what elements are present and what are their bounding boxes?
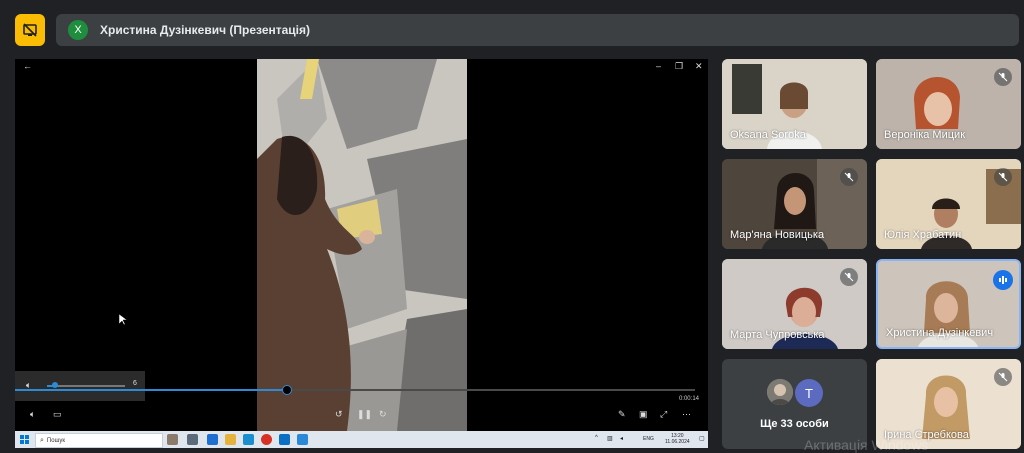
mic-off-icon — [994, 68, 1012, 86]
participant-name: Вероніка Мицик — [884, 129, 966, 141]
mic-off-icon — [994, 168, 1012, 186]
participant-name: Марта Чупровська — [730, 329, 825, 341]
more-participants-tile[interactable]: T Ще 33 особи — [722, 359, 867, 449]
speaking-indicator-icon — [993, 270, 1013, 290]
volume-slider[interactable] — [47, 382, 125, 388]
taskbar-app-icon[interactable] — [207, 434, 218, 445]
volume-value: 6 — [133, 380, 137, 387]
participant-avatar-letter: T — [795, 379, 823, 407]
seek-bar-knob[interactable] — [282, 385, 292, 395]
participant-tile[interactable]: Марта Чупровська — [722, 259, 867, 349]
mic-off-icon — [840, 268, 858, 286]
video-frame — [257, 59, 467, 431]
mini-view-icon[interactable]: ▣ — [639, 409, 648, 420]
taskbar-language[interactable]: ENG — [643, 436, 654, 442]
participant-tile[interactable]: Oksana Soroka — [722, 59, 867, 149]
present-off-icon — [23, 23, 37, 37]
taskbar-app-icon[interactable] — [279, 434, 290, 445]
taskbar-search-placeholder: Пошук — [46, 437, 66, 444]
stop-presenting-button[interactable] — [15, 14, 45, 46]
more-participants-label: Ще 33 особи — [760, 418, 829, 430]
minimize-icon[interactable]: – — [656, 61, 661, 71]
forward-icon[interactable]: ↻ — [379, 409, 387, 420]
mic-off-icon — [840, 168, 858, 186]
shared-screen: ← – ❐ ✕ 🔈︎ 6 0:00:14 🔈︎ ▭ ↺ ❚❚ ↻ ✎ ▣ ⤢ ⋯… — [15, 59, 708, 448]
restore-icon[interactable]: ❐ — [675, 61, 683, 72]
participant-tile[interactable]: Ірина Стребкова — [876, 359, 1021, 449]
time-label: 0:00:14 — [678, 396, 699, 402]
participant-tile[interactable]: Юлія Храбатин — [876, 159, 1021, 249]
volume-popup: 🔈︎ 6 — [15, 371, 145, 401]
task-view-icon[interactable] — [187, 434, 198, 445]
presenter-name: Христина Дузінкевич (Презентація) — [100, 23, 310, 37]
presenter-bar: Х Христина Дузінкевич (Презентація) — [56, 14, 1019, 46]
taskbar-search[interactable]: ⌕ Пошук — [35, 433, 163, 448]
participant-tile-active-speaker[interactable]: Христина Дузінкевич — [876, 259, 1021, 349]
search-icon: ⌕ — [40, 436, 44, 444]
volume-button-icon[interactable]: 🔈︎ — [30, 409, 35, 420]
video-scene — [257, 59, 467, 431]
network-icon[interactable]: ▥ — [607, 435, 613, 442]
windows-activation-watermark: Активація Windows — [804, 437, 929, 453]
taskbar-app-icon[interactable] — [167, 434, 178, 445]
participant-tile[interactable]: Вероніка Мицик — [876, 59, 1021, 149]
close-icon[interactable]: ✕ — [695, 61, 703, 72]
participant-tile[interactable]: Мар'яна Новицька — [722, 159, 867, 249]
fullscreen-icon[interactable]: ⤢ — [660, 409, 667, 420]
chrome-icon[interactable] — [261, 434, 272, 445]
mic-off-icon — [994, 368, 1012, 386]
taskbar-app-icon[interactable] — [297, 434, 308, 445]
taskbar-app-icon[interactable] — [243, 434, 254, 445]
speaker-icon[interactable]: ◂ — [620, 435, 623, 442]
seek-bar-fill — [15, 389, 287, 391]
presenter-avatar: Х — [68, 20, 88, 40]
taskbar-clock[interactable]: 13:20 11.06.2024 — [665, 433, 690, 445]
rewind-icon[interactable]: ↺ — [335, 409, 343, 420]
participant-name: Мар'яна Новицька — [730, 229, 825, 241]
notification-icon[interactable]: ▢ — [699, 435, 705, 442]
participant-name: Юлія Храбатин — [884, 229, 962, 241]
participant-avatar — [767, 379, 793, 405]
subtitles-icon[interactable]: ▭ — [53, 409, 62, 420]
file-explorer-icon[interactable] — [225, 434, 236, 445]
seek-bar[interactable] — [15, 385, 695, 395]
more-icon[interactable]: ⋯ — [682, 409, 691, 420]
pen-icon[interactable]: ✎ — [618, 409, 626, 420]
participant-name: Oksana Soroka — [730, 129, 806, 141]
participant-name: Христина Дузінкевич — [886, 327, 994, 339]
windows-taskbar: ⌕ Пошук ^ ▥ ◂ ENG 13:20 11.06.2024 ▢ — [15, 431, 708, 448]
tray-chevron-icon[interactable]: ^ — [595, 435, 598, 441]
windows-start-icon[interactable] — [20, 435, 29, 444]
mouse-cursor-icon — [119, 314, 127, 326]
back-arrow-icon[interactable]: ← — [23, 61, 32, 71]
pause-icon[interactable]: ❚❚ — [357, 409, 372, 420]
taskbar-clock-date: 11.06.2024 — [665, 439, 690, 445]
